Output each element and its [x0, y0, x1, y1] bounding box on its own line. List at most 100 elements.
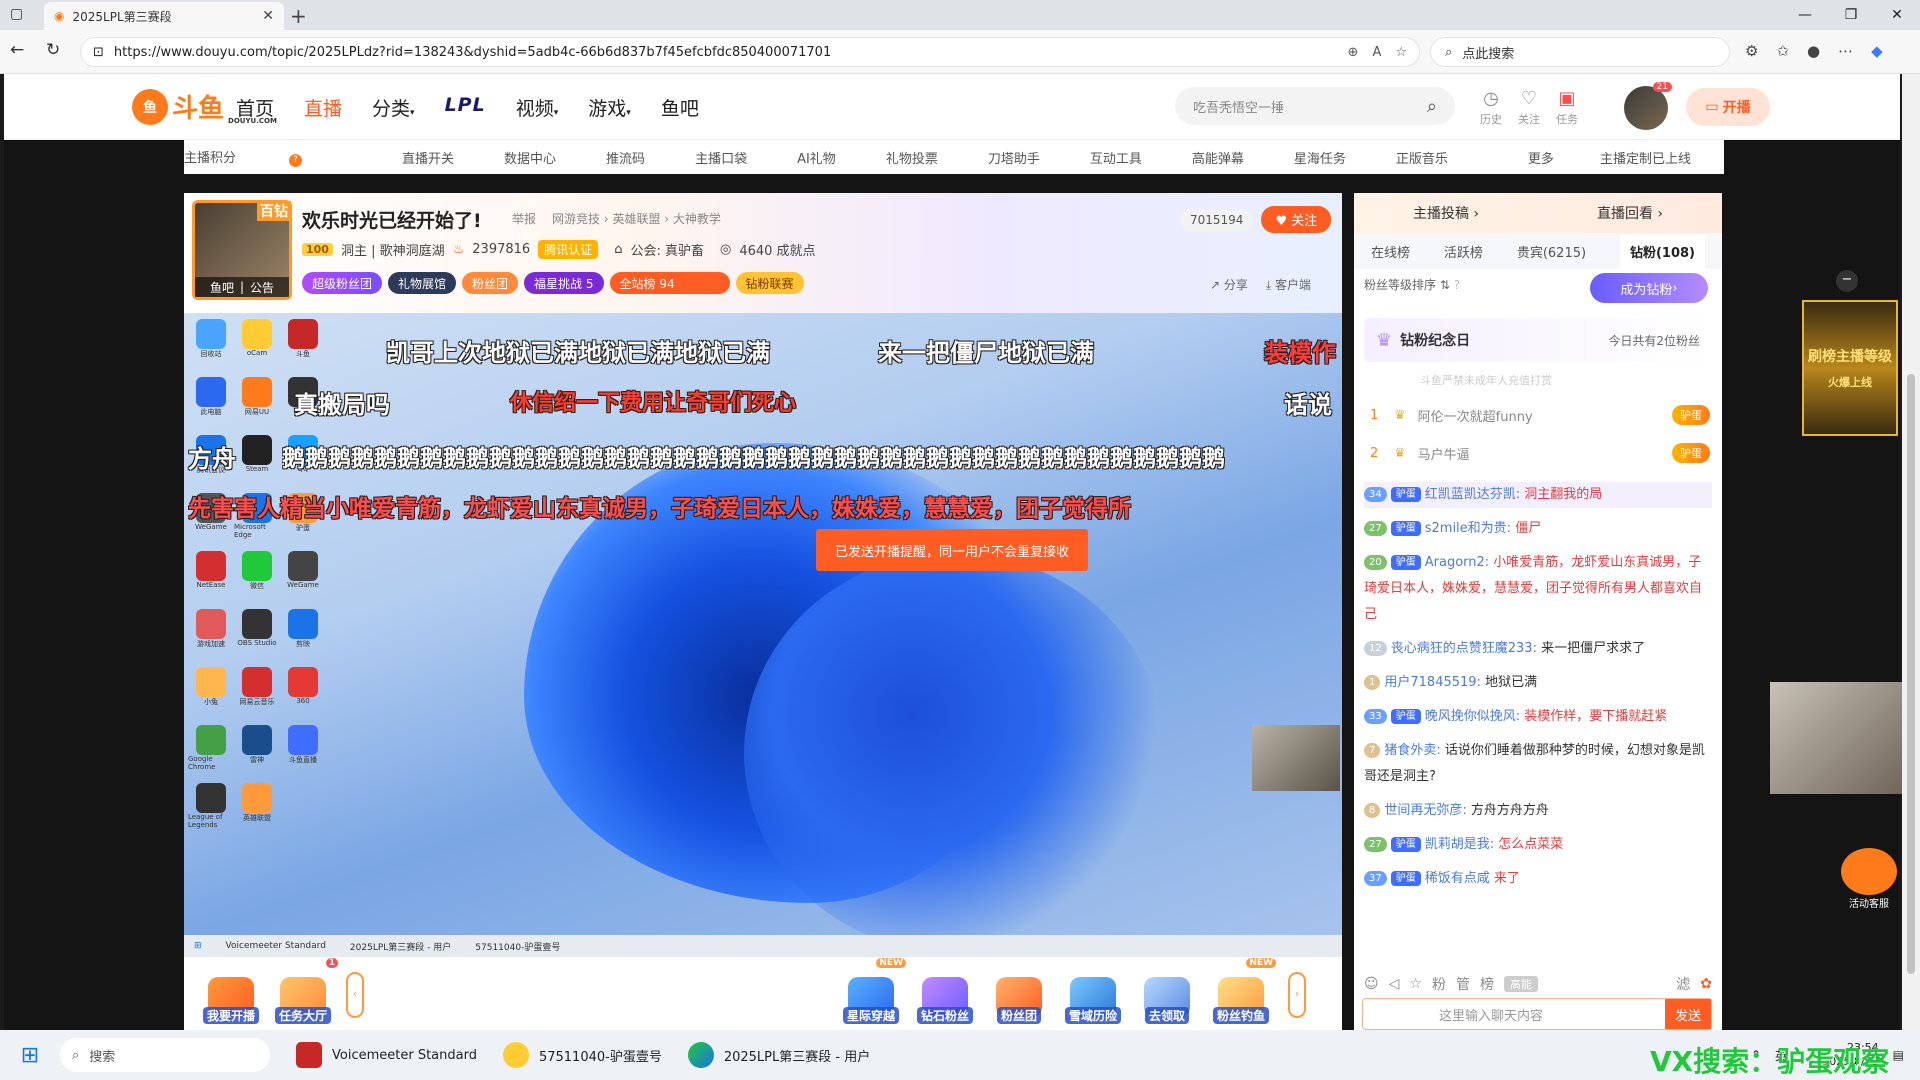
fan-sort-toggle[interactable]: 粉丝等级排序 ⇅ ? [1364, 276, 1460, 293]
page-scrollbar[interactable] [1902, 74, 1920, 1030]
desktop-icon[interactable]: 网易云音乐 [234, 667, 280, 715]
gift-item[interactable]: 雪域历险 [1062, 962, 1124, 1024]
nav-lpl[interactable]: LPL [445, 94, 486, 121]
desktop-icon[interactable]: 回收站 [188, 319, 234, 367]
desktop-icon[interactable]: 斗鱼直播 [280, 725, 326, 773]
speaker-icon[interactable]: ◁ [1389, 976, 1400, 992]
manage-icon[interactable]: 管 [1456, 974, 1470, 994]
promo-banner[interactable]: 刷榜主播等级 火爆上线 [1802, 300, 1898, 436]
notification-icon[interactable]: ▤ [1893, 1048, 1904, 1062]
chat-username[interactable]: 晚风挽你似挽风: [1425, 709, 1520, 724]
chat-message[interactable]: 1 用户71845519: 地狱已满 [1364, 670, 1712, 696]
chat-username[interactable]: s2mile和为贵: [1425, 521, 1511, 536]
close-window-icon[interactable]: ✕ [1874, 0, 1920, 30]
tab-actions-icon[interactable]: ▢ [10, 6, 23, 22]
start-icon[interactable]: ⊞ [0, 1043, 60, 1068]
chat-message[interactable]: 33 驴蛋 晚风挽你似挽风: 装模作样，要下播就赶紧 [1364, 704, 1712, 730]
toolbar-item[interactable]: 刀塔助手 [988, 148, 1040, 167]
room-avatar[interactable]: 百钻 鱼吧 | 公告 [192, 200, 292, 300]
guild-text[interactable]: 公会: 真驴畜 [630, 240, 704, 259]
profile-icon[interactable]: ● [1807, 42, 1820, 60]
nav-home[interactable]: 首页 [236, 94, 274, 121]
chat-username[interactable]: 稀饭有点咸 [1425, 871, 1490, 886]
custom-host-link[interactable]: 主播定制已上线 [1600, 148, 1691, 167]
refresh-icon[interactable]: ↻ [46, 40, 60, 60]
taskbar-search[interactable]: ⌕ 搜索 [60, 1038, 270, 1072]
chat-username[interactable]: Aragorn2: [1425, 555, 1489, 570]
desktop-icon[interactable]: League of Legends [188, 783, 234, 831]
toolbar-item[interactable]: 直播开关 [402, 148, 454, 167]
toolbar-item[interactable]: 互动工具 [1090, 148, 1142, 167]
toolbar-item-more[interactable]: 更多 [1528, 148, 1554, 167]
customer-service-button[interactable]: 活动客服 [1840, 848, 1898, 910]
chat-message[interactable]: 27 驴蛋 s2mile和为贵: 僵尸 [1364, 516, 1712, 542]
toolbar-item[interactable]: 礼物投票 [886, 148, 938, 167]
task-hall-gift[interactable]: 任务大厅 1 [272, 958, 338, 1024]
go-live-button[interactable]: ▭ 开播 [1686, 88, 1770, 126]
scrollbar-thumb[interactable] [1907, 374, 1915, 974]
nav-games[interactable]: 游戏▾ [588, 94, 631, 121]
taskbar-app[interactable]: 2025LPL第三赛段 - 用户 [687, 1042, 870, 1068]
desktop-icon[interactable]: Steam [234, 435, 280, 483]
desktop-icon[interactable]: 网易UU [234, 377, 280, 425]
chat-username[interactable]: 丧心病狂的点赞狂魔233: [1391, 641, 1537, 656]
desktop-icon[interactable]: NetEase [188, 551, 234, 599]
yuba-link[interactable]: 鱼吧 [210, 279, 234, 296]
star-icon[interactable]: ☆ [1409, 976, 1422, 992]
browser-tab[interactable]: ◉ 2025LPL第三赛段 ✕ [44, 2, 284, 30]
desktop-icon[interactable]: WeGame [280, 551, 326, 599]
follow-list-button[interactable]: ♡ 关注 [1518, 88, 1540, 127]
follow-button[interactable]: ♥ 关注 [1261, 206, 1332, 233]
site-search-input[interactable]: 吃吾秃悟空一捶 ⌕ [1175, 87, 1455, 125]
fan-icon[interactable]: 粉 [1432, 974, 1446, 994]
gift-item[interactable]: 去领取 [1136, 962, 1198, 1024]
chat-message[interactable]: 7 猪食外卖: 话说你们睡着做那种梦的时候，幻想对象是凯哥还是洞主? [1364, 738, 1712, 790]
start-live-gift[interactable]: 我要开播 [200, 962, 262, 1024]
category-breadcrumb[interactable]: 网游竞技 › 英雄联盟 › 大神教学 [552, 210, 721, 227]
extension-icon[interactable]: ⚙ [1745, 42, 1758, 60]
collapse-arrow-icon[interactable]: ‹ [346, 972, 364, 1018]
fan-anniversary[interactable]: ♛ 钻粉纪念日 今日共有2位粉丝 [1364, 318, 1712, 362]
desktop-icon[interactable]: 小兔 [188, 667, 234, 715]
filter-icon[interactable]: 滤 [1676, 974, 1690, 994]
gift-item[interactable]: 粉丝钓鱼 NEW [1210, 958, 1276, 1024]
super-fan-badge[interactable]: 超级粉丝团 [302, 272, 383, 294]
search-icon[interactable]: ⌕ [1427, 96, 1437, 117]
emoji-icon[interactable]: ☺ [1364, 976, 1379, 992]
toolbar-item[interactable]: 高能弹幕 [1192, 148, 1244, 167]
toolbar-item[interactable]: 推流码 [606, 148, 645, 167]
tab-vip[interactable]: 贵宾(6215) [1517, 242, 1586, 261]
favorites-icon[interactable]: ✩ [1776, 42, 1789, 60]
zoom-icon[interactable]: ⊕ [1348, 45, 1359, 60]
site-rank-badge[interactable]: 全站榜 94 [609, 272, 730, 294]
nav-live[interactable]: 直播 [304, 94, 342, 121]
toolbar-item[interactable]: 主播积分? [184, 147, 352, 167]
fan-row[interactable]: 1 ♛ 阿伦一次就超funny 驴蛋 [1370, 398, 1710, 432]
gift-item[interactable]: 钻石粉丝 [914, 962, 976, 1024]
gift-hall-badge[interactable]: 礼物展馆 [388, 272, 457, 294]
replay-link[interactable]: 直播回看 › [1597, 203, 1663, 223]
back-icon[interactable]: ← [10, 40, 24, 60]
desktop-icon[interactable]: 此电脑 [188, 377, 234, 425]
close-tab-icon[interactable]: ✕ [262, 8, 274, 24]
toolbar-item[interactable]: 正版音乐 [1396, 148, 1448, 167]
copilot-icon[interactable]: ◆ [1871, 42, 1883, 60]
read-aloud-icon[interactable]: A [1372, 45, 1381, 60]
taskbar-app[interactable]: 57511040-驴蛋壹号 [502, 1042, 662, 1068]
toolbar-item[interactable]: 主播口袋 [695, 148, 747, 167]
high-energy-button[interactable]: 高能 [1503, 976, 1538, 992]
chat-message[interactable]: 8 世间再无弥彦: 方舟方舟方舟 [1364, 798, 1712, 824]
desktop-icon[interactable]: oCam [234, 319, 280, 367]
minimize-icon[interactable]: — [1782, 0, 1828, 30]
send-button[interactable]: 发送 [1665, 999, 1711, 1029]
favorite-star-icon[interactable]: ☆ [1395, 45, 1407, 60]
gift-item[interactable]: 星际穿越 NEW [840, 958, 906, 1024]
chat-username[interactable]: 猪食外卖: [1384, 743, 1440, 758]
rank-icon[interactable]: 榜 [1480, 974, 1494, 994]
more-icon[interactable]: ⋯ [1838, 42, 1853, 60]
desktop-icon[interactable]: 斗鱼 [280, 319, 326, 367]
chat-message[interactable]: 34 驴蛋 红凯蓝凯达芬凯: 洞主翻我的局 [1364, 482, 1712, 508]
host-name[interactable]: 洞主 | 歌神洞庭湖 [341, 240, 445, 259]
tasks-button[interactable]: ▣ 任务 [1556, 88, 1578, 127]
collapse-icon[interactable]: − [1836, 270, 1858, 292]
